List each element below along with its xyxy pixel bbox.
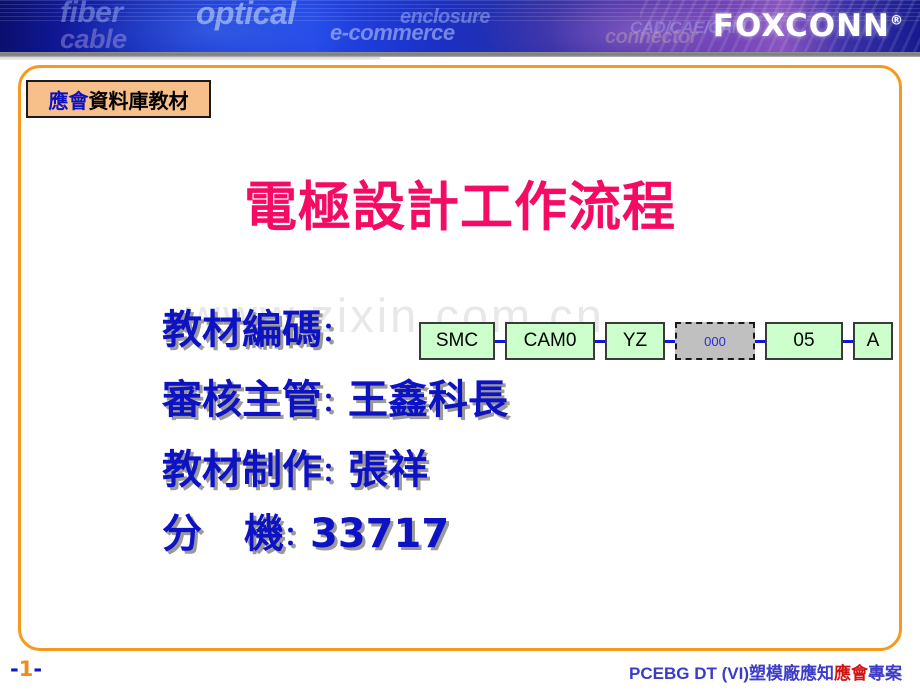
material-code-diagram: SMC CAM0 YZ 000 05 A xyxy=(419,322,893,360)
box-yz[interactable]: YZ xyxy=(605,322,665,360)
box-000[interactable]: 000 xyxy=(675,322,755,360)
foxconn-logo-text: FOXCONN xyxy=(712,8,890,44)
box-a[interactable]: A xyxy=(853,322,893,360)
page-number-prefix: - xyxy=(10,657,19,681)
footer-text-highlight: 應會 xyxy=(834,664,868,683)
footer-text-before: PCEBG DT (VI)塑模廠應知 xyxy=(629,664,834,683)
colon-extension: ： xyxy=(284,522,311,552)
colon-reviewer: ： xyxy=(322,388,349,418)
footer-project-label: PCEBG DT (VI)塑模廠應知應會專案 xyxy=(629,659,902,684)
label-extension-part2: 機 xyxy=(244,511,284,557)
footer-text-after: 專案 xyxy=(868,664,902,683)
header-divider-bar-light xyxy=(0,57,380,60)
header-banner: cable fiber optical enclosure e-commerce… xyxy=(0,0,920,52)
colon-author: ： xyxy=(322,458,349,488)
box-cam0[interactable]: CAM0 xyxy=(505,322,595,360)
box-smc[interactable]: SMC xyxy=(419,322,495,360)
label-author: 教材制作 xyxy=(162,447,322,493)
value-reviewer: 王鑫科長 xyxy=(348,377,509,423)
badge-rest-text: 資料庫教材 xyxy=(88,88,189,113)
label-material-code: 教材編碼 xyxy=(162,307,322,353)
colon-material-code: ： xyxy=(322,318,349,348)
page-number: -1- xyxy=(10,657,42,681)
value-author: 張祥 xyxy=(348,447,429,493)
box-05[interactable]: 05 xyxy=(765,322,843,360)
code-connector-1 xyxy=(495,339,505,343)
info-row-extension: 分機：33717 xyxy=(162,506,722,566)
banner-keyword-ecommerce: e-commerce xyxy=(330,20,455,45)
page-title: 電極設計工作流程 xyxy=(244,177,676,238)
registered-trademark-icon: ® xyxy=(890,13,904,29)
code-connector-2 xyxy=(595,339,605,343)
info-row-reviewer: 審核主管：王鑫科長 xyxy=(162,372,722,442)
banner-keyword-connector: connector xyxy=(605,26,698,48)
code-connector-4 xyxy=(755,339,765,343)
info-row-author: 教材制作：張祥 xyxy=(162,442,722,506)
code-connector-3 xyxy=(665,339,675,343)
banner-keyword-fiber: fiber xyxy=(60,0,123,29)
label-extension-part1: 分 xyxy=(162,511,202,557)
course-category-badge: 應會 資料庫教材 xyxy=(26,80,211,118)
label-reviewer: 審核主管 xyxy=(162,377,322,423)
value-extension: 33717 xyxy=(310,511,450,557)
page-number-suffix: - xyxy=(33,657,43,681)
page-number-value: 1 xyxy=(18,657,34,681)
badge-highlight-text: 應會 xyxy=(48,88,89,113)
banner-keyword-optical: optical xyxy=(196,0,296,31)
foxconn-logo: FOXCONN® xyxy=(713,8,904,44)
code-connector-5 xyxy=(843,339,853,343)
